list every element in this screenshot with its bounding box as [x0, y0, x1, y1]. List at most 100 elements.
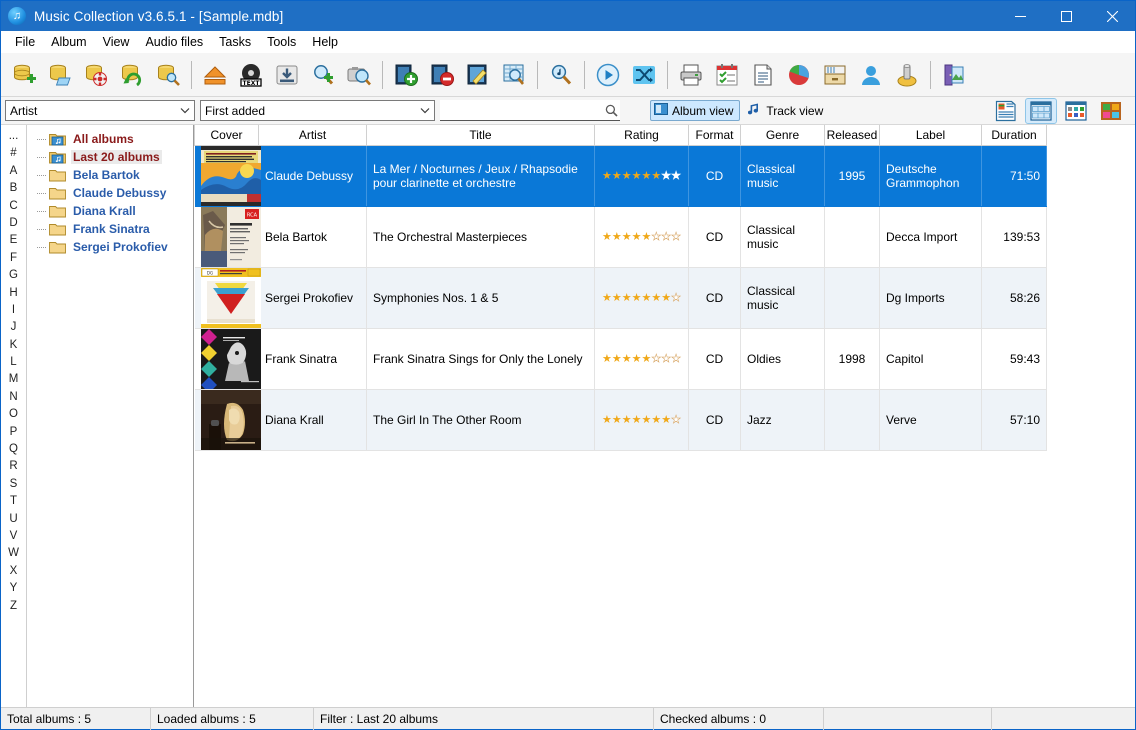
- alpha-item-h[interactable]: H: [1, 285, 26, 302]
- cell-rating: ★★★★★★★★: [594, 389, 689, 451]
- settings-button[interactable]: [889, 56, 925, 94]
- column-header-genre[interactable]: Genre: [740, 125, 825, 146]
- print-button[interactable]: [673, 56, 709, 94]
- album-cover-cell[interactable]: [194, 389, 261, 451]
- import-text-button[interactable]: TEXT: [233, 56, 269, 94]
- album-view-tab[interactable]: Album view: [650, 100, 741, 121]
- track-view-tab[interactable]: Track view: [744, 100, 830, 121]
- column-header-released[interactable]: Released: [824, 125, 880, 146]
- alpha-item-s[interactable]: S: [1, 476, 26, 493]
- tree-item-all-albums[interactable]: All albums: [27, 130, 193, 148]
- alpha-item-b[interactable]: B: [1, 180, 26, 197]
- user-button[interactable]: [853, 56, 889, 94]
- alpha-item-w[interactable]: W: [1, 545, 26, 562]
- tree-item-sergei-prokofiev[interactable]: Sergei Prokofiev: [27, 238, 193, 256]
- group-by-dropdown[interactable]: Artist: [5, 100, 195, 121]
- menu-item-tasks[interactable]: Tasks: [211, 32, 259, 53]
- search-box[interactable]: [440, 100, 620, 121]
- alpha-item-e[interactable]: E: [1, 232, 26, 249]
- menu-item-file[interactable]: File: [7, 32, 43, 53]
- alpha-item-m[interactable]: M: [1, 371, 26, 388]
- alpha-item-d[interactable]: D: [1, 215, 26, 232]
- find-album-button[interactable]: [496, 56, 532, 94]
- eject-button[interactable]: [197, 56, 233, 94]
- alpha-item-i[interactable]: I: [1, 302, 26, 319]
- alpha-item-l[interactable]: L: [1, 354, 26, 371]
- alpha-item-p[interactable]: P: [1, 424, 26, 441]
- table-row[interactable]: Claude Debussy La Mer / Nocturnes / Jeux…: [194, 145, 1047, 207]
- zoom-add-button[interactable]: [305, 56, 341, 94]
- column-header-title[interactable]: Title: [366, 125, 595, 146]
- search-database-button[interactable]: [150, 56, 186, 94]
- tile-layout-button[interactable]: [1095, 98, 1127, 124]
- alpha-item-k[interactable]: K: [1, 337, 26, 354]
- alpha-item-c[interactable]: C: [1, 198, 26, 215]
- scan-image-button[interactable]: [341, 56, 377, 94]
- column-header-artist[interactable]: Artist: [258, 125, 367, 146]
- alpha-item-a[interactable]: A: [1, 163, 26, 180]
- alpha-item-u[interactable]: U: [1, 511, 26, 528]
- find-track-button[interactable]: [543, 56, 579, 94]
- statistics-button[interactable]: [781, 56, 817, 94]
- detail-layout-button[interactable]: [990, 98, 1022, 124]
- search-input[interactable]: [444, 102, 603, 118]
- alpha-item-n[interactable]: N: [1, 389, 26, 406]
- alpha-item-t[interactable]: T: [1, 493, 26, 510]
- alpha-item-y[interactable]: Y: [1, 580, 26, 597]
- checklist-button[interactable]: [709, 56, 745, 94]
- alpha-item-r[interactable]: R: [1, 458, 26, 475]
- column-header-format[interactable]: Format: [688, 125, 741, 146]
- alpha-item-q[interactable]: Q: [1, 441, 26, 458]
- table-row[interactable]: Diana Krall The Girl In The Other Room ★…: [194, 389, 1047, 451]
- archive-button[interactable]: [817, 56, 853, 94]
- album-cover-cell[interactable]: RCA: [194, 206, 261, 268]
- minimize-button[interactable]: [997, 1, 1043, 31]
- remove-album-button[interactable]: [424, 56, 460, 94]
- grid-layout-button[interactable]: [1060, 98, 1092, 124]
- exit-button[interactable]: [936, 56, 972, 94]
- tree-item-last-20-albums[interactable]: Last 20 albums: [27, 148, 193, 166]
- alpha-item-ellipsis[interactable]: ...: [1, 128, 26, 145]
- download-button[interactable]: [269, 56, 305, 94]
- alpha-item-hash[interactable]: #: [1, 145, 26, 162]
- report-button[interactable]: [745, 56, 781, 94]
- album-cover-cell[interactable]: DG: [194, 267, 261, 329]
- column-header-rating[interactable]: Rating: [594, 125, 689, 146]
- column-header-label[interactable]: Label: [879, 125, 982, 146]
- tree-item-claude-debussy[interactable]: Claude Debussy: [27, 184, 193, 202]
- edit-album-button[interactable]: [460, 56, 496, 94]
- list-layout-button[interactable]: [1025, 97, 1057, 124]
- shuffle-button[interactable]: [626, 56, 662, 94]
- refresh-database-button[interactable]: [114, 56, 150, 94]
- alpha-item-f[interactable]: F: [1, 250, 26, 267]
- open-database-button[interactable]: [42, 56, 78, 94]
- alpha-item-j[interactable]: J: [1, 319, 26, 336]
- alpha-item-o[interactable]: O: [1, 406, 26, 423]
- album-cover-cell[interactable]: [194, 328, 261, 390]
- close-button[interactable]: [1089, 1, 1135, 31]
- table-row[interactable]: Frank Sinatra Frank Sinatra Sings for On…: [194, 328, 1047, 390]
- alpha-item-z[interactable]: Z: [1, 598, 26, 615]
- column-header-duration[interactable]: Duration: [981, 125, 1047, 146]
- tree-item-diana-krall[interactable]: Diana Krall: [27, 202, 193, 220]
- alpha-item-v[interactable]: V: [1, 528, 26, 545]
- album-cover-cell[interactable]: [194, 145, 261, 207]
- menu-item-audio-files[interactable]: Audio files: [137, 32, 211, 53]
- new-database-button[interactable]: [6, 56, 42, 94]
- save-database-button[interactable]: [78, 56, 114, 94]
- table-row[interactable]: DG Sergei Prokofiev Symphonies Nos. 1 & …: [194, 267, 1047, 329]
- table-row[interactable]: RCA Bela Bartok The Orchestral Masterpie…: [194, 206, 1047, 268]
- tree-item-bela-bartok[interactable]: Bela Bartok: [27, 166, 193, 184]
- tree-item-frank-sinatra[interactable]: Frank Sinatra: [27, 220, 193, 238]
- column-header-cover[interactable]: Cover: [194, 125, 259, 146]
- alpha-item-g[interactable]: G: [1, 267, 26, 284]
- menu-item-help[interactable]: Help: [304, 32, 346, 53]
- menu-item-album[interactable]: Album: [43, 32, 94, 53]
- play-button[interactable]: [590, 56, 626, 94]
- maximize-button[interactable]: [1043, 1, 1089, 31]
- sort-by-dropdown[interactable]: First added: [200, 100, 435, 121]
- menu-item-view[interactable]: View: [95, 32, 138, 53]
- menu-item-tools[interactable]: Tools: [259, 32, 304, 53]
- add-album-button[interactable]: [388, 56, 424, 94]
- alpha-item-x[interactable]: X: [1, 563, 26, 580]
